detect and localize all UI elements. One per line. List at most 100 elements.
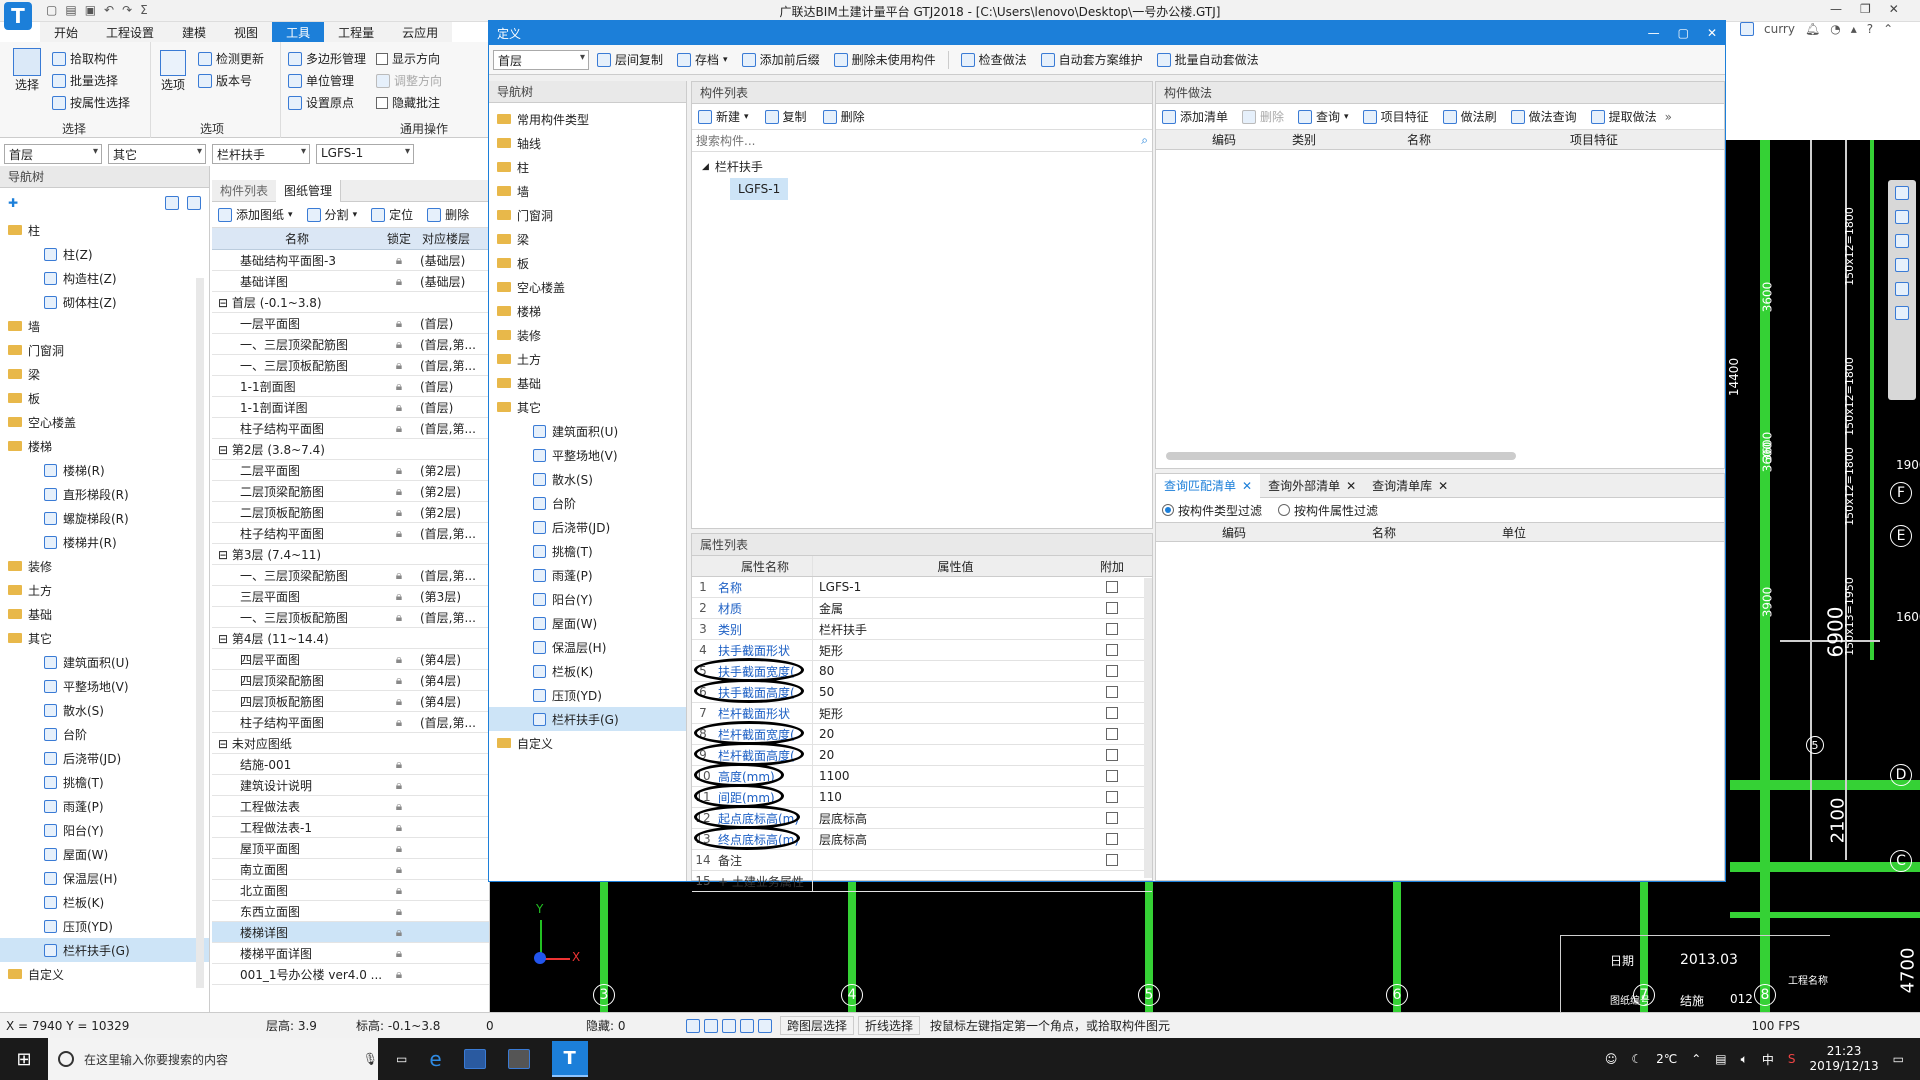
table-row[interactable]: 三层平面图 🔒︎ (第3层) [212, 586, 489, 607]
more-icon[interactable]: » [1665, 110, 1672, 124]
floor-select[interactable]: 首层 [4, 144, 102, 164]
collapse-icon[interactable]: ◢ [702, 156, 709, 178]
lock-icon[interactable]: 🔒︎ [396, 400, 402, 414]
people-icon[interactable]: ☺ [1605, 1052, 1618, 1066]
dialog-nav-item[interactable]: 散水(S) [489, 467, 686, 491]
nav-item[interactable]: 直形梯段(R) [0, 482, 209, 506]
dialog-nav-group[interactable]: 空心楼盖 [489, 275, 686, 299]
extra-checkbox[interactable] [1106, 770, 1118, 782]
property-value[interactable]: LGFS-1 [812, 577, 1092, 597]
tab-bill-library[interactable]: 查询清单库 ✕ [1364, 477, 1456, 494]
dialog-nav-item[interactable]: 栏板(K) [489, 659, 686, 683]
dialog-nav-group[interactable]: 柱 [489, 155, 686, 179]
lock-icon[interactable]: 🔒︎ [396, 673, 402, 687]
component-tree-item[interactable]: LGFS-1 [730, 178, 789, 200]
menu-home[interactable]: 开始 [40, 22, 92, 43]
dialog-nav-item[interactable]: 保温层(H) [489, 635, 686, 659]
property-value[interactable]: 80 [812, 661, 1092, 681]
lock-icon[interactable]: 🔒︎ [396, 841, 402, 855]
extra-checkbox[interactable] [1106, 686, 1118, 698]
filter-by-attr-radio[interactable]: 按构件属性过滤 [1278, 502, 1378, 519]
search-icon[interactable]: ⌕ [1141, 133, 1148, 148]
dialog-nav-item[interactable]: 后浇带(JD) [489, 515, 686, 539]
minimize-icon[interactable]: — [1830, 2, 1842, 16]
nav-item[interactable]: 雨蓬(P) [0, 794, 209, 818]
tab-component-list[interactable]: 构件列表 [212, 182, 276, 199]
dimension-icon[interactable] [758, 1018, 772, 1033]
nav-item[interactable]: 楼梯(R) [0, 458, 209, 482]
nav-item[interactable]: 楼梯井(R) [0, 530, 209, 554]
nav-item[interactable]: 构造柱(Z) [0, 266, 209, 290]
layers-icon[interactable] [1895, 306, 1909, 320]
batch-select-button[interactable]: 批量选择 [52, 70, 130, 92]
dialog-nav-group[interactable]: 墙 [489, 179, 686, 203]
app-logo-icon[interactable]: T [4, 2, 32, 30]
table-row[interactable]: 北立面图 🔒︎ [212, 880, 489, 901]
select-tool-button[interactable]: 选择 [12, 48, 42, 93]
show-direction-checkbox[interactable]: 显示方向 [376, 48, 442, 70]
dialog-close-icon[interactable]: ✕ [1707, 26, 1717, 40]
copy-between-floors-button[interactable]: 层间复制 [591, 49, 669, 71]
skin-icon[interactable]: ▴ [1851, 22, 1857, 36]
property-value[interactable]: 110 [812, 787, 1092, 807]
collapse-icon[interactable]: ⊟ [218, 548, 232, 562]
nav-item[interactable]: 散水(S) [0, 698, 209, 722]
table-row[interactable]: 1-1剖面图 🔒︎ (首层) [212, 376, 489, 397]
expand-icon[interactable]: ⌃ [1883, 22, 1893, 36]
tray-expand-icon[interactable]: ⌃ [1691, 1052, 1701, 1066]
dialog-nav-item[interactable]: 雨蓬(P) [489, 563, 686, 587]
lock-icon[interactable]: 🔒︎ [396, 883, 402, 897]
collapse-icon[interactable]: ⊟ [218, 443, 232, 457]
lock-icon[interactable]: 🔒︎ [396, 862, 402, 876]
menu-view[interactable]: 视图 [220, 22, 272, 43]
dialog-nav-group[interactable]: 其它 [489, 395, 686, 419]
tab-external-bill[interactable]: 查询外部清单 ✕ [1260, 477, 1364, 494]
table-row[interactable]: 1-1剖面详图 🔒︎ (首层) [212, 397, 489, 418]
extra-checkbox[interactable] [1106, 749, 1118, 761]
table-row[interactable]: 001_1号办公楼 ver4.0 ... 🔒︎ [212, 964, 489, 985]
table-row[interactable]: 东西立面图 🔒︎ [212, 901, 489, 922]
polygon-button[interactable]: 多边形管理 [288, 48, 366, 70]
property-value[interactable]: 矩形 [812, 703, 1092, 723]
taskbar-search[interactable]: 在这里输入你要搜索的内容 🎙︎ [48, 1038, 378, 1080]
add-prefix-button[interactable]: 添加前后缀 [736, 49, 826, 71]
table-row[interactable]: 基础详图 🔒︎ (基础层) [212, 271, 489, 292]
user-name[interactable]: curry [1764, 22, 1795, 36]
property-row[interactable]: 2 材质 金属 [692, 598, 1152, 619]
component-tree-root[interactable]: ◢ 栏杆扶手 [702, 156, 1142, 178]
property-row[interactable]: 14 备注 [692, 850, 1152, 871]
dialog-nav-group[interactable]: 常用构件类型 [489, 107, 686, 131]
close-icon[interactable]: ✕ [1242, 479, 1252, 493]
table-row[interactable]: 柱子结构平面图 🔒︎ (首层,第... [212, 418, 489, 439]
dialog-nav-group[interactable]: 轴线 [489, 131, 686, 155]
dialog-nav-item[interactable]: 栏杆扶手(G) [489, 707, 686, 731]
nav-item[interactable]: 屋面(W) [0, 842, 209, 866]
property-row[interactable]: 1 名称 LGFS-1 [692, 577, 1152, 598]
dialog-nav-item[interactable]: 压顶(YD) [489, 683, 686, 707]
nav-group[interactable]: 梁 [0, 362, 209, 386]
method-query-button[interactable]: 做法查询 [1505, 106, 1583, 128]
view-cube-icon[interactable] [1895, 186, 1909, 200]
delete-bill-button[interactable]: 删除 [1236, 106, 1290, 128]
nav-group[interactable]: 基础 [0, 602, 209, 626]
property-value[interactable] [812, 850, 1092, 870]
lock-icon[interactable]: 🔒︎ [396, 358, 402, 372]
nav-group[interactable]: 其它 [0, 626, 209, 650]
nav-item[interactable]: 栏杆扶手(G) [0, 938, 209, 962]
property-value[interactable]: 1100 [812, 766, 1092, 786]
lock-icon[interactable]: 🔒︎ [396, 652, 402, 666]
table-row[interactable]: 基础结构平面图-3 🔒︎ (基础层) [212, 250, 489, 271]
table-row[interactable]: 楼梯详图 🔒︎ [212, 922, 489, 943]
nav-item[interactable]: 后浇带(JD) [0, 746, 209, 770]
extra-checkbox[interactable] [1106, 707, 1118, 719]
table-row[interactable]: 建筑设计说明 🔒︎ [212, 775, 489, 796]
lock-icon[interactable]: 🔒︎ [396, 484, 402, 498]
chat-icon[interactable]: ◔ [1830, 22, 1840, 36]
property-value[interactable]: 层底标高 [812, 829, 1092, 849]
extra-checkbox[interactable] [1106, 854, 1118, 866]
open-file-icon[interactable]: ▤ [65, 3, 76, 17]
table-group-row[interactable]: ⊟ 第3层 (7.4~11) [212, 544, 489, 565]
property-value[interactable]: 矩形 [812, 640, 1092, 660]
dialog-floor-select[interactable]: 首层 [493, 49, 589, 70]
menu-modeling[interactable]: 建模 [168, 22, 220, 43]
